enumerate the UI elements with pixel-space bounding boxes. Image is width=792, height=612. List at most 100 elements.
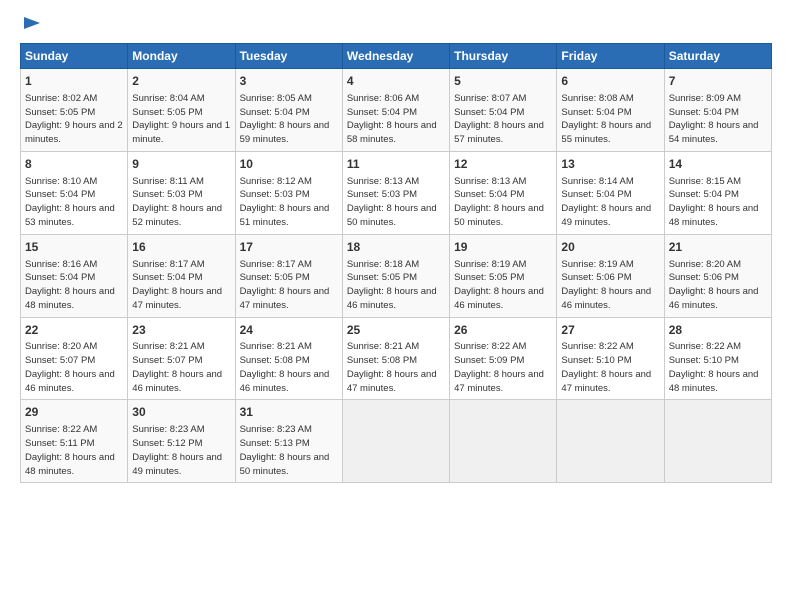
day-number: 14 <box>669 156 767 173</box>
calendar-day-cell: 17 Sunrise: 8:17 AMSunset: 5:05 PMDayligh… <box>235 234 342 317</box>
calendar-day-header: Sunday <box>21 44 128 69</box>
day-number: 20 <box>561 239 659 256</box>
day-info: Sunrise: 8:06 AMSunset: 5:04 PMDaylight:… <box>347 92 445 147</box>
day-info: Sunrise: 8:23 AMSunset: 5:12 PMDaylight:… <box>132 423 230 478</box>
day-info: Sunrise: 8:08 AMSunset: 5:04 PMDaylight:… <box>561 92 659 147</box>
calendar-day-header: Wednesday <box>342 44 449 69</box>
calendar-week-row: 15 Sunrise: 8:16 AMSunset: 5:04 PMDayligh… <box>21 234 772 317</box>
day-info: Sunrise: 8:12 AMSunset: 5:03 PMDaylight:… <box>240 175 338 230</box>
day-info: Sunrise: 8:02 AMSunset: 5:05 PMDaylight:… <box>25 92 123 147</box>
day-number: 23 <box>132 322 230 339</box>
calendar-week-row: 29 Sunrise: 8:22 AMSunset: 5:11 PMDayligh… <box>21 400 772 483</box>
calendar-day-header: Tuesday <box>235 44 342 69</box>
calendar-day-cell: 15 Sunrise: 8:16 AMSunset: 5:04 PMDayligh… <box>21 234 128 317</box>
day-info: Sunrise: 8:15 AMSunset: 5:04 PMDaylight:… <box>669 175 767 230</box>
logo-flag-icon <box>22 15 42 35</box>
header <box>20 15 772 33</box>
day-info: Sunrise: 8:21 AMSunset: 5:07 PMDaylight:… <box>132 340 230 395</box>
calendar-day-header: Saturday <box>664 44 771 69</box>
calendar-week-row: 8 Sunrise: 8:10 AMSunset: 5:04 PMDaylight… <box>21 151 772 234</box>
calendar-day-cell: 26Sunrise: 8:22 AMSunset: 5:09 PMDayligh… <box>450 317 557 400</box>
day-info: Sunrise: 8:22 AMSunset: 5:09 PMDaylight:… <box>454 340 552 395</box>
calendar-day-cell: 6 Sunrise: 8:08 AMSunset: 5:04 PMDaylight… <box>557 69 664 152</box>
day-number: 5 <box>454 73 552 90</box>
calendar-day-cell: 16Sunrise: 8:17 AMSunset: 5:04 PMDayligh… <box>128 234 235 317</box>
day-number: 6 <box>561 73 659 90</box>
calendar-day-cell: 7Sunrise: 8:09 AMSunset: 5:04 PMDaylight… <box>664 69 771 152</box>
calendar-day-cell: 8 Sunrise: 8:10 AMSunset: 5:04 PMDaylight… <box>21 151 128 234</box>
calendar-week-row: 22Sunrise: 8:20 AMSunset: 5:07 PMDayligh… <box>21 317 772 400</box>
calendar-day-header: Monday <box>128 44 235 69</box>
page: SundayMondayTuesdayWednesdayThursdayFrid… <box>0 0 792 493</box>
day-number: 30 <box>132 404 230 421</box>
day-number: 28 <box>669 322 767 339</box>
calendar-day-cell: 11 Sunrise: 8:13 AMSunset: 5:03 PMDayligh… <box>342 151 449 234</box>
calendar-day-cell: 19 Sunrise: 8:19 AMSunset: 5:05 PMDayligh… <box>450 234 557 317</box>
day-number: 16 <box>132 239 230 256</box>
day-number: 1 <box>25 73 123 90</box>
day-info: Sunrise: 8:19 AMSunset: 5:05 PMDaylight:… <box>454 258 552 313</box>
day-info: Sunrise: 8:20 AMSunset: 5:06 PMDaylight:… <box>669 258 767 313</box>
day-info: Sunrise: 8:13 AMSunset: 5:03 PMDaylight:… <box>347 175 445 230</box>
day-info: Sunrise: 8:19 AMSunset: 5:06 PMDaylight:… <box>561 258 659 313</box>
day-number: 4 <box>347 73 445 90</box>
day-number: 7 <box>669 73 767 90</box>
calendar-day-cell <box>450 400 557 483</box>
day-info: Sunrise: 8:14 AMSunset: 5:04 PMDaylight:… <box>561 175 659 230</box>
calendar-day-cell: 31Sunrise: 8:23 AMSunset: 5:13 PMDayligh… <box>235 400 342 483</box>
day-number: 2 <box>132 73 230 90</box>
day-number: 18 <box>347 239 445 256</box>
day-number: 26 <box>454 322 552 339</box>
calendar-day-cell: 30 Sunrise: 8:23 AMSunset: 5:12 PMDayligh… <box>128 400 235 483</box>
day-info: Sunrise: 8:13 AMSunset: 5:04 PMDaylight:… <box>454 175 552 230</box>
day-number: 19 <box>454 239 552 256</box>
calendar-day-cell: 3Sunrise: 8:05 AMSunset: 5:04 PMDaylight… <box>235 69 342 152</box>
calendar-day-cell: 20 Sunrise: 8:19 AMSunset: 5:06 PMDayligh… <box>557 234 664 317</box>
day-number: 9 <box>132 156 230 173</box>
calendar-day-cell: 14 Sunrise: 8:15 AMSunset: 5:04 PMDayligh… <box>664 151 771 234</box>
calendar-day-cell: 1 Sunrise: 8:02 AMSunset: 5:05 PMDaylight… <box>21 69 128 152</box>
calendar-day-cell <box>664 400 771 483</box>
day-info: Sunrise: 8:10 AMSunset: 5:04 PMDaylight:… <box>25 175 123 230</box>
day-number: 10 <box>240 156 338 173</box>
day-info: Sunrise: 8:04 AMSunset: 5:05 PMDaylight:… <box>132 92 230 147</box>
calendar-day-cell: 2 Sunrise: 8:04 AMSunset: 5:05 PMDaylight… <box>128 69 235 152</box>
day-number: 25 <box>347 322 445 339</box>
day-number: 11 <box>347 156 445 173</box>
day-number: 22 <box>25 322 123 339</box>
day-info: Sunrise: 8:18 AMSunset: 5:05 PMDaylight:… <box>347 258 445 313</box>
calendar-day-cell: 4 Sunrise: 8:06 AMSunset: 5:04 PMDaylight… <box>342 69 449 152</box>
day-info: Sunrise: 8:21 AMSunset: 5:08 PMDaylight:… <box>347 340 445 395</box>
calendar-week-row: 1 Sunrise: 8:02 AMSunset: 5:05 PMDaylight… <box>21 69 772 152</box>
day-number: 8 <box>25 156 123 173</box>
calendar-day-cell: 22Sunrise: 8:20 AMSunset: 5:07 PMDayligh… <box>21 317 128 400</box>
day-info: Sunrise: 8:23 AMSunset: 5:13 PMDaylight:… <box>240 423 338 478</box>
day-info: Sunrise: 8:05 AMSunset: 5:04 PMDaylight:… <box>240 92 338 147</box>
calendar-day-cell <box>557 400 664 483</box>
calendar-day-cell: 29 Sunrise: 8:22 AMSunset: 5:11 PMDayligh… <box>21 400 128 483</box>
logo <box>20 15 42 33</box>
day-number: 21 <box>669 239 767 256</box>
day-info: Sunrise: 8:22 AMSunset: 5:11 PMDaylight:… <box>25 423 123 478</box>
day-number: 29 <box>25 404 123 421</box>
calendar-day-header: Friday <box>557 44 664 69</box>
day-number: 12 <box>454 156 552 173</box>
calendar-day-cell: 9 Sunrise: 8:11 AMSunset: 5:03 PMDaylight… <box>128 151 235 234</box>
day-info: Sunrise: 8:20 AMSunset: 5:07 PMDaylight:… <box>25 340 123 395</box>
day-info: Sunrise: 8:11 AMSunset: 5:03 PMDaylight:… <box>132 175 230 230</box>
calendar-day-cell: 28Sunrise: 8:22 AMSunset: 5:10 PMDayligh… <box>664 317 771 400</box>
calendar-table: SundayMondayTuesdayWednesdayThursdayFrid… <box>20 43 772 483</box>
calendar-day-header: Thursday <box>450 44 557 69</box>
calendar-header-row: SundayMondayTuesdayWednesdayThursdayFrid… <box>21 44 772 69</box>
calendar-day-cell: 21 Sunrise: 8:20 AMSunset: 5:06 PMDayligh… <box>664 234 771 317</box>
calendar-day-cell: 25Sunrise: 8:21 AMSunset: 5:08 PMDayligh… <box>342 317 449 400</box>
day-number: 17 <box>240 239 338 256</box>
day-info: Sunrise: 8:17 AMSunset: 5:05 PMDaylight:… <box>240 258 338 313</box>
calendar-day-cell: 10 Sunrise: 8:12 AMSunset: 5:03 PMDayligh… <box>235 151 342 234</box>
calendar-day-cell: 24Sunrise: 8:21 AMSunset: 5:08 PMDayligh… <box>235 317 342 400</box>
day-info: Sunrise: 8:16 AMSunset: 5:04 PMDaylight:… <box>25 258 123 313</box>
day-number: 15 <box>25 239 123 256</box>
day-info: Sunrise: 8:22 AMSunset: 5:10 PMDaylight:… <box>669 340 767 395</box>
calendar-day-cell: 27Sunrise: 8:22 AMSunset: 5:10 PMDayligh… <box>557 317 664 400</box>
calendar-day-cell: 18 Sunrise: 8:18 AMSunset: 5:05 PMDayligh… <box>342 234 449 317</box>
